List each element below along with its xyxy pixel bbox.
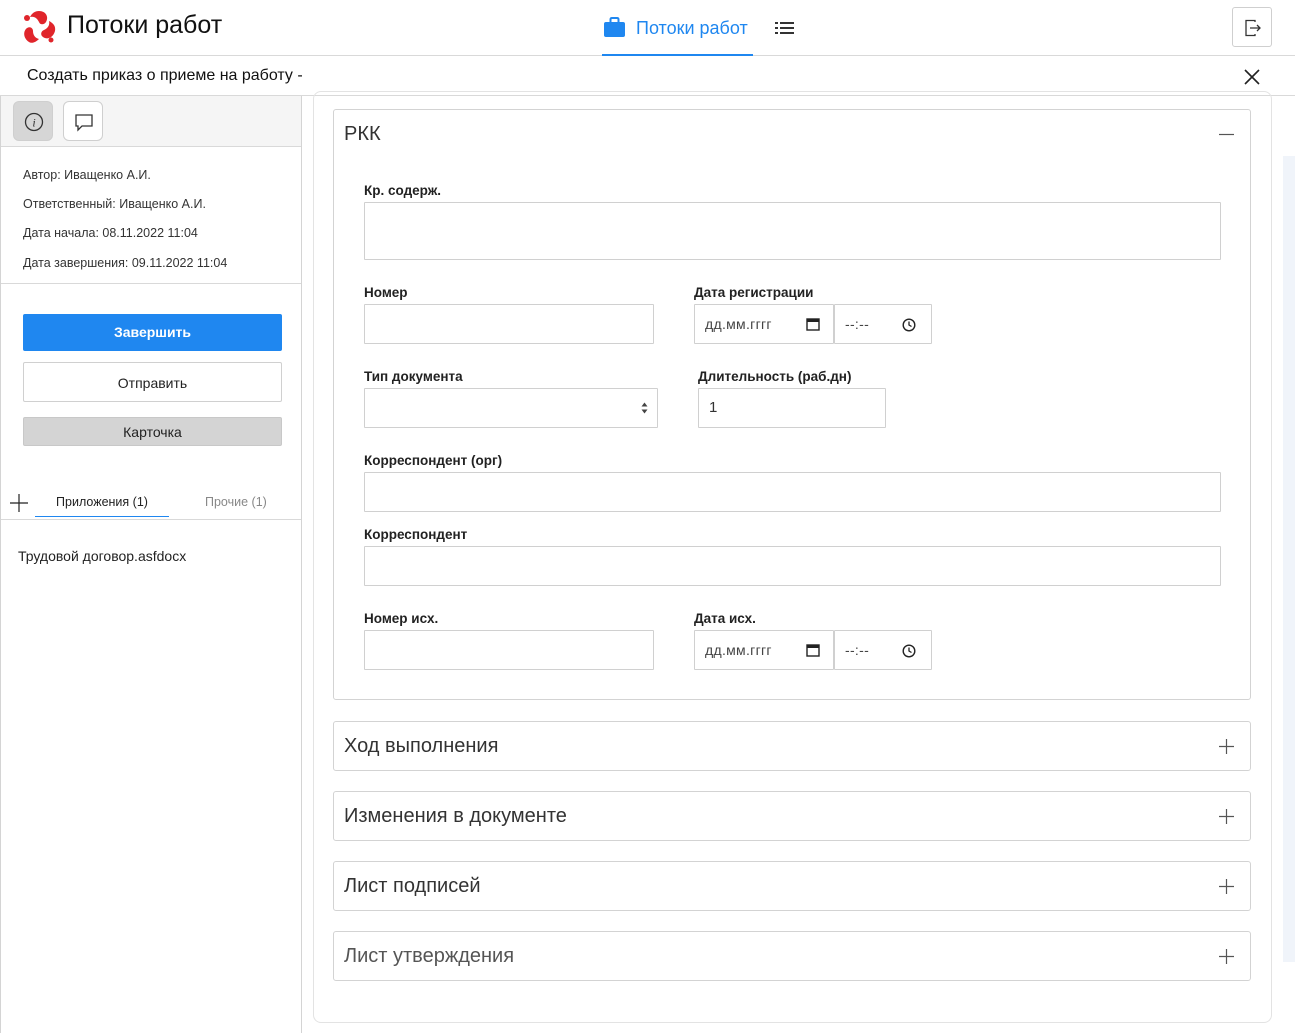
out-date-input[interactable]: дд.мм.гггг [694,630,834,670]
comments-button[interactable] [63,101,103,141]
time-placeholder: --:-- [845,642,870,658]
date-placeholder: дд.мм.гггг [705,316,772,332]
comment-icon [75,114,93,132]
clock-icon[interactable] [902,318,916,332]
section-approvals[interactable]: Лист утверждения [333,931,1251,981]
duration-input[interactable]: 1 [698,388,886,428]
top-bar: Потоки работ Потоки работ [0,0,1295,56]
divider [1,283,301,284]
tab-other[interactable]: Прочие (1) [205,495,267,509]
section-title: Изменения в документе [344,805,567,827]
reg-date-label: Дата регистрации [694,285,814,300]
reg-date-input[interactable]: дд.мм.гггг [694,304,834,344]
number-input[interactable] [364,304,654,344]
correspondent-input[interactable] [364,546,1221,586]
logo-icon [24,11,56,43]
out-number-label: Номер исх. [364,611,439,626]
section-title: Лист утверждения [344,945,515,967]
divider [1,519,301,520]
meta-start-date: Дата начала: 08.11.2022 11:04 [23,226,198,240]
section-title: Лист подписей [344,875,481,897]
info-icon: i [24,112,44,132]
out-number-input[interactable] [364,630,654,670]
expand-icon[interactable] [1219,879,1234,894]
doc-type-label: Тип документа [364,369,463,384]
finish-button[interactable]: Завершить [23,314,282,351]
reg-time-input[interactable]: --:-- [834,304,932,344]
sidebar-toolbar: i [1,96,301,147]
out-date-label: Дата исх. [694,611,756,626]
summary-label: Кр. содерж. [364,183,442,198]
panel-title: РКК [344,123,381,145]
time-placeholder: --:-- [845,316,870,332]
add-attachment-icon[interactable] [10,494,28,512]
meta-end-date: Дата завершения: 09.11.2022 11:04 [23,256,228,270]
calendar-icon[interactable] [806,317,820,331]
collapse-icon[interactable] [1219,127,1234,142]
correspondent-label: Корреспондент [364,527,468,542]
meta-responsible: Ответственный: Иващенко А.И. [23,197,206,211]
logout-icon [1245,19,1261,37]
briefcase-icon [604,17,625,37]
meta-author: Автор: Иващенко А.И. [23,168,151,182]
logout-button[interactable] [1232,7,1272,47]
send-button[interactable]: Отправить [23,362,282,402]
rkk-panel: РКК Кр. содерж. Номер Дата регистрации д… [333,109,1251,700]
tab-attachments[interactable]: Приложения (1) [35,495,169,517]
section-signatures[interactable]: Лист подписей [333,861,1251,911]
expand-icon[interactable] [1219,739,1234,754]
app-title: Потоки работ [67,11,223,39]
sidebar: i Автор: Иващенко А.И. Ответственный: Ив… [0,96,302,1033]
section-progress[interactable]: Ход выполнения [333,721,1251,771]
card-button[interactable]: Карточка [23,417,282,446]
summary-input[interactable] [364,202,1221,260]
correspondent-org-input[interactable] [364,472,1221,512]
select-arrows-icon [641,402,648,414]
list-icon[interactable] [775,20,794,36]
main-content: РКК Кр. содерж. Номер Дата регистрации д… [302,91,1295,1033]
out-time-input[interactable]: --:-- [834,630,932,670]
clock-icon[interactable] [902,644,916,658]
correspondent-org-label: Корреспондент (орг) [364,453,503,468]
expand-icon[interactable] [1219,949,1234,964]
date-placeholder: дд.мм.гггг [705,642,772,658]
tab-workflows-label: Потоки работ [636,18,748,38]
number-label: Номер [364,285,408,300]
section-title: Ход выполнения [344,735,499,757]
file-item[interactable]: Трудовой договор.asfdocx [18,548,186,564]
document-title: Создать приказ о приеме на работу - [27,67,303,84]
close-icon[interactable] [1244,69,1260,85]
section-document-changes[interactable]: Изменения в документе [333,791,1251,841]
expand-icon[interactable] [1219,809,1234,824]
doc-type-select[interactable] [364,388,658,428]
tab-workflows[interactable]: Потоки работ [602,0,753,56]
info-button[interactable]: i [13,101,53,141]
scrollbar[interactable] [1283,156,1295,962]
svg-text:i: i [32,116,35,130]
calendar-icon[interactable] [806,643,820,657]
duration-value: 1 [709,399,718,416]
duration-label: Длительность (раб.дн) [698,369,852,384]
document-header: Создать приказ о приеме на работу - [0,56,1295,96]
